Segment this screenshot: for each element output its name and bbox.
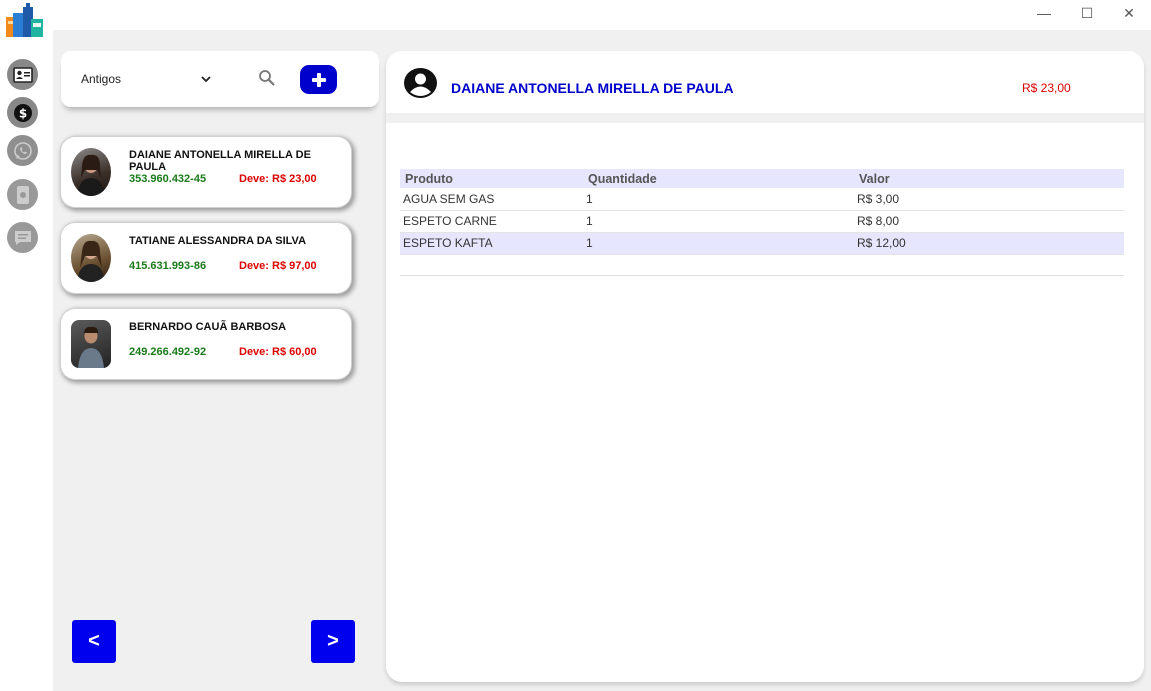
cell-valor: R$ 3,00: [854, 188, 1124, 211]
cell-quantidade: 1: [583, 188, 854, 211]
sidebar: $: [0, 44, 53, 691]
cell-quantidade: 1: [583, 210, 854, 233]
client-cpf: 353.960.432-45: [129, 173, 207, 185]
client-card[interactable]: DAIANE ANTONELLA MIRELLA DE PAULA 353.96…: [61, 137, 351, 207]
client-avatar: [71, 320, 111, 368]
maximize-button[interactable]: ☐: [1067, 2, 1107, 24]
client-card[interactable]: BERNARDO CAUÃ BARBOSA 249.266.492-92 Dev…: [61, 309, 351, 379]
column-header-quantidade: Quantidade: [583, 169, 854, 188]
items-table: Produto Quantidade Valor AGUA SEM GAS 1 …: [400, 169, 1124, 255]
detail-total: R$ 23,00: [1022, 81, 1071, 95]
client-cpf: 249.266.492-92: [129, 346, 207, 358]
minimize-button[interactable]: —: [1024, 2, 1064, 24]
close-button[interactable]: ✕: [1109, 2, 1149, 24]
client-name: DAIANE ANTONELLA MIRELLA DE PAULA: [129, 149, 311, 173]
cell-valor: R$ 12,00: [854, 232, 1124, 255]
sidebar-item-finance[interactable]: $: [7, 97, 38, 128]
table-header-row: Produto Quantidade Valor: [400, 169, 1124, 188]
app-logo-icon: [6, 3, 43, 37]
title-bar: — ☐ ✕: [0, 0, 1151, 37]
table-row[interactable]: ESPETO KAFTA 1 R$ 12,00: [400, 232, 1124, 255]
money-bill-icon: [16, 185, 29, 204]
column-header-produto: Produto: [400, 169, 583, 188]
table-row[interactable]: ESPETO CARNE 1 R$ 8,00: [400, 210, 1124, 233]
sidebar-item-whatsapp[interactable]: [7, 135, 38, 166]
person-photo-icon: [77, 240, 105, 282]
cell-valor: R$ 8,00: [854, 210, 1124, 233]
filter-select[interactable]: Antigos: [81, 69, 211, 89]
prev-page-button[interactable]: <: [72, 620, 116, 663]
divider: [386, 113, 1144, 123]
cell-produto: ESPETO CARNE: [400, 210, 583, 233]
cell-produto: ESPETO KAFTA: [400, 232, 583, 255]
person-photo-icon: [77, 154, 105, 196]
plus-icon: [311, 72, 326, 87]
client-avatar: [71, 234, 111, 282]
add-client-button[interactable]: [300, 65, 337, 94]
client-card[interactable]: TATIANE ALESSANDRA DA SILVA 415.631.993-…: [61, 223, 351, 293]
client-debt: Deve: R$ 60,00: [239, 346, 317, 358]
person-photo-icon: [78, 326, 104, 368]
whatsapp-icon: [13, 141, 32, 160]
search-card: Antigos: [61, 51, 379, 107]
client-detail-panel: DAIANE ANTONELLA MIRELLA DE PAULA R$ 23,…: [386, 51, 1144, 682]
user-account-icon: [404, 68, 437, 98]
sidebar-item-contacts[interactable]: [7, 59, 38, 90]
detail-client-name: DAIANE ANTONELLA MIRELLA DE PAULA: [451, 80, 734, 96]
main-area: Antigos DAIANE ANTONELLA MIRELLA DE PAUL…: [53, 30, 1151, 691]
client-debt: Deve: R$ 23,00: [239, 173, 317, 185]
cell-produto: AGUA SEM GAS: [400, 188, 583, 211]
client-cpf: 415.631.993-86: [129, 260, 207, 272]
column-header-valor: Valor: [854, 169, 1124, 188]
chat-icon: [14, 230, 31, 245]
filter-select-value: Antigos: [81, 72, 122, 86]
search-icon[interactable]: [258, 69, 276, 87]
table-bottom-line: [400, 275, 1124, 276]
chevron-down-icon: [201, 75, 211, 82]
client-debt: Deve: R$ 97,00: [239, 260, 317, 272]
next-page-button[interactable]: >: [311, 620, 355, 663]
sidebar-item-payments[interactable]: [7, 179, 38, 210]
detail-header: DAIANE ANTONELLA MIRELLA DE PAULA R$ 23,…: [386, 51, 1144, 113]
contact-card-icon: [12, 66, 33, 83]
table-row[interactable]: AGUA SEM GAS 1 R$ 3,00: [400, 188, 1124, 211]
svg-text:$: $: [18, 106, 26, 120]
dollar-icon: $: [13, 103, 32, 122]
client-name: TATIANE ALESSANDRA DA SILVA: [129, 235, 307, 247]
client-name: BERNARDO CAUÃ BARBOSA: [129, 321, 287, 333]
client-avatar: [71, 148, 111, 196]
sidebar-item-messages[interactable]: [7, 222, 38, 253]
cell-quantidade: 1: [583, 232, 854, 255]
